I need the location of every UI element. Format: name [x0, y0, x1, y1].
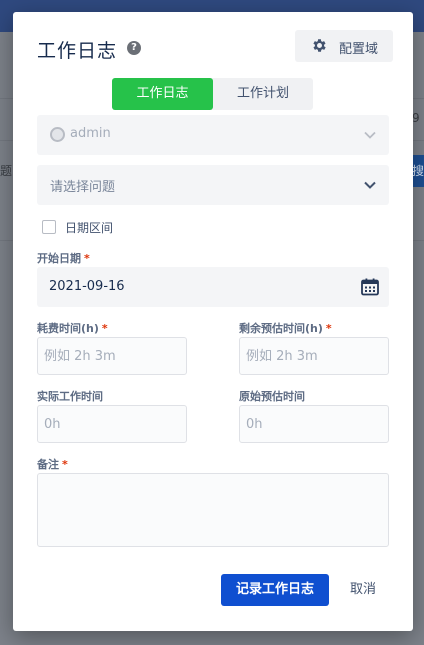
time-spent-label: 耗费时间(h) * — [37, 322, 108, 335]
user-select-value: admin — [70, 126, 111, 141]
remaining-estimate-input[interactable] — [239, 337, 389, 375]
original-estimate-input[interactable] — [239, 405, 389, 443]
chevron-down-icon — [364, 131, 376, 139]
remark-textarea[interactable] — [37, 473, 389, 547]
start-date-label: 开始日期 * — [37, 252, 90, 265]
help-icon[interactable]: ? — [127, 41, 141, 55]
background-search-button: 搜 — [412, 155, 424, 187]
issue-select-placeholder: 请选择问题 — [50, 180, 116, 195]
time-spent-input[interactable] — [37, 337, 187, 375]
tab-work-plan[interactable]: 工作计划 — [213, 78, 313, 110]
actual-time-label: 实际工作时间 — [37, 390, 103, 403]
original-estimate-label: 原始预估时间 — [239, 390, 305, 403]
dialog-title: 工作日志 — [37, 40, 118, 62]
tab-group: 工作日志 工作计划 — [112, 78, 313, 110]
date-range-checkbox[interactable] — [42, 220, 56, 234]
chevron-down-icon — [364, 181, 376, 189]
tab-work-log[interactable]: 工作日志 — [112, 78, 213, 110]
background-text: 题 — [0, 164, 13, 178]
start-date-field[interactable]: 2021-09-16 — [37, 267, 389, 307]
background-text: 9 — [412, 111, 420, 125]
date-range-label: 日期区间 — [65, 221, 114, 235]
actual-time-input[interactable] — [37, 405, 187, 443]
start-date-value: 2021-09-16 — [49, 279, 125, 294]
config-domain-button[interactable]: 配置域 — [295, 30, 393, 62]
user-select[interactable]: admin — [37, 115, 389, 155]
gear-icon — [313, 39, 326, 52]
calendar-icon[interactable] — [360, 277, 380, 297]
remaining-estimate-label: 剩余预估时间(h) * — [239, 322, 332, 335]
work-log-dialog: 工作日志 ? 配置域 工作日志 工作计划 admin 请选择问题 日期区间 开始… — [13, 12, 413, 631]
cancel-button[interactable]: 取消 — [341, 574, 385, 606]
remark-label: 备注 * — [37, 458, 68, 471]
issue-select[interactable]: 请选择问题 — [37, 165, 389, 205]
user-avatar-icon — [50, 127, 65, 142]
record-work-log-button[interactable]: 记录工作日志 — [221, 574, 329, 606]
config-domain-label: 配置域 — [339, 42, 379, 57]
